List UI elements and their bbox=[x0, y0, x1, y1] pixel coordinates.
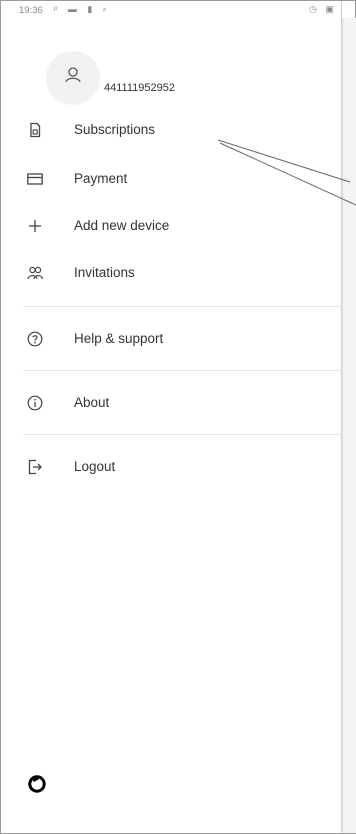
navigation-drawer: 19:36 ᵖ ▬ ▮ ⸗ ◷ ▣ 441111952952 Subscript… bbox=[1, 1, 342, 832]
menu-item-label: Subscriptions bbox=[74, 122, 156, 137]
menu-item-payment[interactable]: Payment bbox=[1, 164, 341, 194]
status-left-icons: ᵖ ▬ ▮ ⸗ bbox=[54, 4, 110, 14]
divider bbox=[23, 306, 341, 307]
menu-item-label: Invitations bbox=[74, 265, 135, 280]
menu-item-help-support[interactable]: Help & support bbox=[1, 324, 341, 354]
menu-item-invitations[interactable]: Invitations bbox=[1, 258, 341, 288]
menu-item-label: Help & support bbox=[74, 331, 164, 346]
status-bar: 19:36 ᵖ ▬ ▮ ⸗ ◷ ▣ bbox=[1, 1, 355, 19]
sim-card-icon bbox=[30, 122, 41, 138]
user-id: 441111952952 bbox=[104, 82, 175, 94]
person-icon bbox=[65, 67, 81, 83]
help-circle-icon bbox=[27, 331, 43, 347]
status-right-icons: ◷ ▣ bbox=[309, 4, 337, 14]
credit-card-icon bbox=[27, 173, 43, 185]
menu-item-add-new-device[interactable]: Add new device bbox=[1, 211, 341, 241]
divider bbox=[23, 370, 341, 371]
menu-item-logout[interactable]: Logout bbox=[1, 452, 341, 482]
people-icon bbox=[27, 266, 43, 280]
plus-icon bbox=[29, 220, 41, 232]
menu-item-subscriptions[interactable]: Subscriptions bbox=[1, 115, 341, 145]
menu-item-label: About bbox=[74, 395, 110, 410]
background-app[interactable] bbox=[342, 18, 356, 833]
vodafone-logo bbox=[28, 775, 46, 793]
avatar[interactable] bbox=[46, 51, 100, 105]
menu-item-label: Payment bbox=[74, 171, 128, 186]
menu-item-label: Logout bbox=[74, 459, 116, 474]
menu-item-about[interactable]: About bbox=[1, 388, 341, 418]
status-time: 19:36 bbox=[19, 5, 43, 16]
divider bbox=[23, 434, 341, 435]
logout-icon bbox=[28, 459, 42, 475]
info-circle-icon bbox=[27, 395, 43, 411]
menu-item-label: Add new device bbox=[74, 218, 170, 233]
